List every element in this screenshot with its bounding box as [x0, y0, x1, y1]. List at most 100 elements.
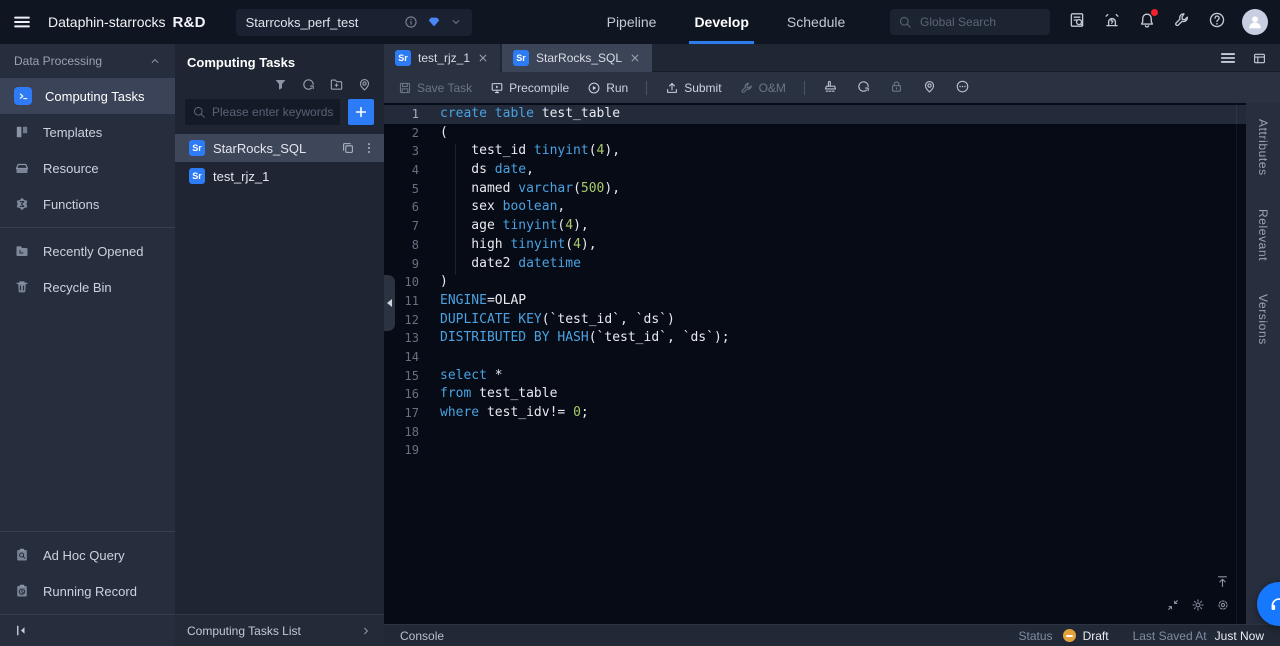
close-icon[interactable] — [629, 52, 641, 64]
back-to-top-icon[interactable] — [1215, 574, 1230, 589]
status-bar: Console Status Draft Last Saved At Just … — [384, 624, 1280, 646]
close-icon[interactable] — [477, 52, 489, 64]
code-line[interactable]: 7 age tinyint(4), — [384, 217, 1246, 236]
more-icon[interactable] — [362, 141, 376, 155]
sidebar-item-computing-tasks[interactable]: Computing Tasks — [0, 78, 175, 114]
nav-schedule[interactable]: Schedule — [768, 0, 864, 44]
editor-corner-tools — [1166, 574, 1230, 612]
code-line[interactable]: 17where test_idv!= 0; — [384, 404, 1246, 423]
wrench-icon[interactable] — [1173, 11, 1191, 34]
locate-icon[interactable] — [357, 77, 372, 92]
editor-menu-icon[interactable] — [1219, 49, 1237, 67]
lock-button[interactable] — [889, 79, 904, 97]
right-tab-strip: Attributes Relevant Versions — [1246, 103, 1280, 624]
submit-icon — [665, 81, 679, 95]
run-button[interactable]: Run — [587, 81, 628, 95]
bell-icon[interactable] — [1138, 11, 1156, 34]
sidebar-item-recycle-bin[interactable]: Recycle Bin — [0, 269, 175, 305]
add-task-button[interactable] — [348, 99, 374, 125]
filter-icon[interactable] — [273, 77, 288, 92]
code-line[interactable]: 1create table test_table — [384, 105, 1246, 124]
code-line[interactable]: 13DISTRIBUTED BY HASH(`test_id`, `ds`); — [384, 329, 1246, 348]
code-text: ( — [432, 124, 448, 143]
tab-label: StarRocks_SQL — [536, 51, 622, 65]
refresh-icon[interactable] — [301, 77, 316, 92]
code-line[interactable]: 12DUPLICATE KEY(`test_id`, `ds`) — [384, 311, 1246, 330]
line-number: 5 — [384, 180, 432, 199]
copy-icon[interactable] — [341, 141, 355, 155]
help-icon[interactable] — [1208, 11, 1226, 34]
code-line[interactable]: 15select * — [384, 367, 1246, 386]
code-line[interactable]: 9 date2 datetime — [384, 255, 1246, 274]
code-line[interactable]: 18 — [384, 423, 1246, 442]
nav-pipeline[interactable]: Pipeline — [588, 0, 676, 44]
nav-develop[interactable]: Develop — [675, 0, 767, 44]
right-tab-versions[interactable]: Versions — [1256, 294, 1270, 345]
alarm-icon[interactable] — [1103, 11, 1121, 34]
code-text — [432, 423, 440, 442]
line-number: 16 — [384, 385, 432, 404]
code-line[interactable]: 14 — [384, 348, 1246, 367]
tree-item-starrocks-sql[interactable]: SrStarRocks_SQL — [175, 134, 384, 162]
code-line[interactable]: 10) — [384, 273, 1246, 292]
avatar[interactable] — [1242, 9, 1268, 35]
global-search[interactable] — [890, 9, 1050, 35]
sidebar-item-functions[interactable]: Functions — [0, 186, 175, 222]
search-icon — [898, 15, 912, 29]
fullscreen-icon[interactable] — [1166, 598, 1180, 612]
sidebar-item-running-record[interactable]: Running Record — [0, 573, 175, 609]
tab-starrocks-sql[interactable]: SrStarRocks_SQL — [502, 44, 652, 72]
code-line[interactable]: 8 high tinyint(4), — [384, 236, 1246, 255]
info-icon[interactable] — [404, 15, 418, 29]
sidebar-bottom-items: Ad Hoc QueryRunning Record — [0, 531, 175, 609]
keyword-search-input[interactable] — [185, 99, 340, 125]
tree-item-test-rjz-1[interactable]: Srtest_rjz_1 — [175, 162, 384, 190]
precompile-button[interactable]: Precompile — [490, 81, 569, 95]
global-search-input[interactable] — [918, 14, 1042, 30]
scrollbar-track[interactable] — [1236, 103, 1237, 624]
run-icon — [587, 81, 601, 95]
code-line[interactable]: 11ENGINE=OLAP — [384, 292, 1246, 311]
format-button[interactable] — [823, 79, 838, 97]
console-toggle[interactable]: Console — [400, 629, 444, 643]
project-selector[interactable]: Starrcoks_perf_test — [236, 9, 472, 36]
right-tab-relevant[interactable]: Relevant — [1256, 209, 1270, 261]
sidebar-item-templates[interactable]: Templates — [0, 114, 175, 150]
hamburger-menu-icon[interactable] — [12, 12, 32, 32]
sidebar-section-header[interactable]: Data Processing — [0, 44, 175, 78]
theme-icon[interactable] — [1191, 598, 1205, 612]
tab-test-rjz-1[interactable]: Srtest_rjz_1 — [384, 44, 500, 72]
sidebar-item-resource[interactable]: Resource — [0, 150, 175, 186]
refresh-button[interactable] — [856, 79, 871, 97]
line-number: 14 — [384, 348, 432, 367]
report-icon[interactable] — [1068, 11, 1086, 34]
code-line[interactable]: 5 named varchar(500), — [384, 180, 1246, 199]
status-value: Draft — [1083, 629, 1109, 643]
code-line[interactable]: 19 — [384, 441, 1246, 460]
save-task-button[interactable]: Save Task — [398, 81, 472, 95]
code-line[interactable]: 6 sex boolean, — [384, 198, 1246, 217]
right-tab-attributes[interactable]: Attributes — [1256, 119, 1270, 176]
chevron-up-icon[interactable] — [149, 55, 161, 67]
locate-button[interactable] — [922, 79, 937, 97]
sidebar-collapse-button[interactable] — [0, 614, 175, 646]
code-editor[interactable]: 1create table test_table2(3 test_id tiny… — [384, 103, 1246, 624]
sidebar-items: Computing TasksTemplatesResourceFunction… — [0, 78, 175, 305]
panel-layout-icon[interactable] — [1252, 51, 1267, 66]
computing-tasks-list-button[interactable]: Computing Tasks List — [175, 614, 384, 646]
chevron-right-icon — [360, 625, 372, 637]
submit-button[interactable]: Submit — [665, 81, 721, 95]
folderplus-icon[interactable] — [329, 77, 344, 92]
chevron-down-icon[interactable] — [450, 16, 462, 28]
code-line[interactable]: 3 test_id tinyint(4), — [384, 142, 1246, 161]
panel-collapse-handle[interactable] — [384, 275, 395, 331]
code-text: named varchar(500), — [432, 180, 620, 199]
code-line[interactable]: 2( — [384, 124, 1246, 143]
sidebar-item-ad-hoc-query[interactable]: Ad Hoc Query — [0, 537, 175, 573]
ellipsis-button[interactable] — [955, 79, 970, 97]
settings-gear-icon[interactable] — [1216, 598, 1230, 612]
o-m-button[interactable]: O&M — [740, 81, 786, 95]
code-line[interactable]: 16from test_table — [384, 385, 1246, 404]
sidebar-item-recently-opened[interactable]: Recently Opened — [0, 233, 175, 269]
code-line[interactable]: 4 ds date, — [384, 161, 1246, 180]
